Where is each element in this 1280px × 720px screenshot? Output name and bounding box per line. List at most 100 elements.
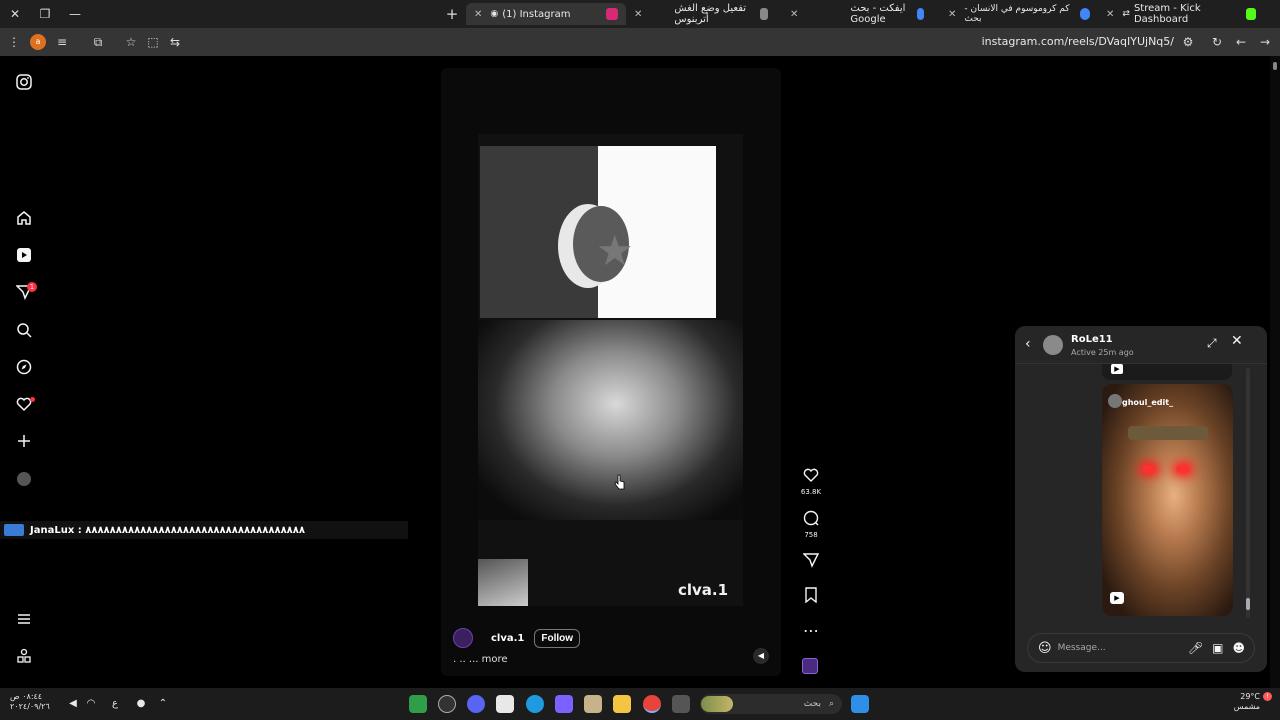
- glowing-eye: [1176, 465, 1190, 473]
- message-input[interactable]: [1057, 643, 1188, 653]
- profile-avatar-icon[interactable]: a: [30, 34, 46, 50]
- volume-icon[interactable]: ◀: [753, 648, 769, 664]
- close-tab-icon[interactable]: ✕: [948, 9, 956, 20]
- input-language[interactable]: ع: [108, 697, 122, 711]
- chat-user-status: Active 25m ago: [1071, 348, 1134, 357]
- expand-icon[interactable]: ⤢: [1207, 336, 1217, 351]
- save-button[interactable]: [797, 587, 825, 607]
- extensions-icon[interactable]: ⧉: [90, 34, 106, 50]
- translate-icon[interactable]: ⇆: [167, 34, 183, 50]
- chat-scrollbar[interactable]: [1246, 368, 1250, 618]
- chat-scroll-thumb[interactable]: [1246, 598, 1250, 610]
- share-button[interactable]: [797, 552, 825, 572]
- taskbar-task-view-icon[interactable]: [672, 695, 690, 713]
- image-icon[interactable]: ▣: [1212, 641, 1223, 655]
- windows-taskbar: [0, 688, 1280, 720]
- chat-user-name[interactable]: RoLe11: [1071, 334, 1113, 345]
- google-favicon-icon: [916, 8, 924, 20]
- instagram-favicon-icon: [606, 8, 618, 20]
- tab-cheat-mode[interactable]: ✕ تفعيل وضع الغش أتربنوس: [626, 3, 776, 25]
- bookmark-star-icon[interactable]: ☆: [123, 34, 139, 50]
- taskbar-app-icon[interactable]: [409, 695, 427, 713]
- site-settings-icon[interactable]: ⚙: [1180, 34, 1196, 50]
- chat-user-avatar[interactable]: [1043, 335, 1063, 355]
- follow-button[interactable]: Follow: [534, 628, 581, 648]
- close-tab-icon[interactable]: ✕: [1106, 9, 1114, 20]
- reel-video[interactable]: ★ clva.1: [478, 134, 743, 606]
- reel-player[interactable]: ★ clva.1 clva.1 Follow . .. ... more ◀: [441, 68, 781, 676]
- instagram-logo-icon[interactable]: [14, 72, 34, 92]
- reading-list-icon[interactable]: ≡: [54, 34, 70, 50]
- reel-audio-thumbnail[interactable]: [802, 658, 818, 674]
- new-tab-icon[interactable]: +: [444, 6, 460, 22]
- video-fragment: [478, 559, 528, 606]
- close-tab-icon[interactable]: ✕: [634, 9, 642, 20]
- back-icon[interactable]: ←: [1233, 34, 1249, 50]
- taskbar-app2-icon[interactable]: [584, 695, 602, 713]
- reel-caption[interactable]: . .. ... more: [453, 654, 508, 665]
- more-menu-icon[interactable]: [14, 609, 34, 629]
- back-chevron-icon[interactable]: ‹: [1025, 336, 1031, 352]
- taskbar-discord-icon[interactable]: [467, 695, 485, 713]
- minimize-window-icon[interactable]: —: [60, 0, 90, 28]
- author-avatar[interactable]: [453, 628, 473, 648]
- taskbar-chrome-icon[interactable]: [643, 695, 661, 713]
- weather-temp: 29°C: [1240, 692, 1260, 701]
- algeria-flag-image: ★: [480, 146, 716, 318]
- reload-icon[interactable]: ↻: [1209, 34, 1225, 50]
- kick-favicon-icon: [1245, 8, 1256, 20]
- comment-button[interactable]: 758: [797, 510, 825, 539]
- clock-time: ٠٨:٤٤ ص: [10, 692, 43, 701]
- menu-dots-icon[interactable]: ⋮: [6, 34, 22, 50]
- close-window-icon[interactable]: ✕: [0, 0, 30, 28]
- close-icon[interactable]: ✕: [1231, 333, 1243, 349]
- page-scrollbar[interactable]: [1270, 56, 1280, 688]
- shared-user-avatar: [1108, 394, 1122, 408]
- like-count: 63.8K: [800, 488, 822, 496]
- page-scroll-thumb[interactable]: [1273, 62, 1277, 70]
- more-options-button[interactable]: ⋯: [797, 622, 825, 640]
- shared-reel-card[interactable]: ghoul_edit_ ▶: [1102, 384, 1233, 616]
- taskbar-edge-icon[interactable]: [526, 695, 544, 713]
- taskbar-file-explorer-icon[interactable]: [613, 695, 631, 713]
- microphone-icon[interactable]: 🎤︎: [1188, 641, 1203, 655]
- home-icon[interactable]: [14, 208, 34, 228]
- chat-messages[interactable]: ▶ ghoul_edit_ ▶: [1015, 364, 1267, 626]
- search-icon[interactable]: [14, 320, 34, 340]
- sticker-icon[interactable]: ☻: [1232, 641, 1245, 655]
- message-input-bar: ☺ 🎤︎ ▣ ☻: [1027, 633, 1255, 663]
- microphone-tray-icon[interactable]: ●: [134, 697, 148, 711]
- restore-window-icon[interactable]: ❐: [30, 0, 60, 28]
- clock[interactable]: ٠٨:٤٤ ص ٢٠٢٤/٠٩/٢٦: [10, 692, 50, 712]
- glowing-eye: [1142, 465, 1156, 473]
- heart-icon: [797, 467, 825, 487]
- volume-tray-icon[interactable]: ◀: [66, 697, 80, 711]
- taskbar-obs-icon[interactable]: [438, 695, 456, 713]
- tab-google-chromosome[interactable]: ✕ كم كروموسوم في الانسان - بحث: [940, 3, 1098, 25]
- screenshot-icon[interactable]: ⬚: [145, 34, 161, 50]
- like-button[interactable]: 63.8K: [797, 467, 825, 496]
- show-hidden-icons-chevron-icon[interactable]: ⌃: [156, 697, 170, 711]
- reels-icon[interactable]: [14, 245, 34, 265]
- reel-play-icon: ▶: [1111, 364, 1123, 374]
- address-bar[interactable]: instagram.com/reels/DVaqIYUjNq5/: [982, 35, 1174, 48]
- previous-shared-reel[interactable]: ▶: [1102, 364, 1232, 380]
- author-name[interactable]: clva.1: [491, 633, 524, 644]
- dm-chat-window: ‹ RoLe11 Active 25m ago ⤢ ✕ ▶ ghoul_edit…: [1015, 326, 1267, 672]
- taskbar-store-icon[interactable]: [496, 695, 514, 713]
- taskbar-copilot-icon[interactable]: [555, 695, 573, 713]
- wifi-icon[interactable]: ◠: [84, 697, 98, 711]
- create-plus-icon[interactable]: [14, 431, 34, 451]
- weather-widget[interactable]: 29°C مشمس: [1234, 692, 1260, 712]
- tab-kick-dashboard[interactable]: ✕ ⇄ Stream - Kick Dashboard: [1098, 3, 1264, 25]
- close-tab-icon[interactable]: ✕: [474, 9, 482, 20]
- profile-avatar[interactable]: [14, 469, 34, 489]
- tab-google-effect[interactable]: ✕ ايفكت - بحث Google: [782, 3, 932, 25]
- also-from-meta-icon[interactable]: [14, 646, 34, 666]
- tab-instagram[interactable]: ✕ ◉ (1) Instagram: [466, 3, 626, 25]
- explore-compass-icon[interactable]: [14, 357, 34, 377]
- emoji-icon[interactable]: ☺: [1038, 641, 1052, 656]
- forward-icon[interactable]: →: [1257, 34, 1273, 50]
- close-tab-icon[interactable]: ✕: [790, 9, 798, 20]
- windows-start-icon[interactable]: [851, 695, 869, 713]
